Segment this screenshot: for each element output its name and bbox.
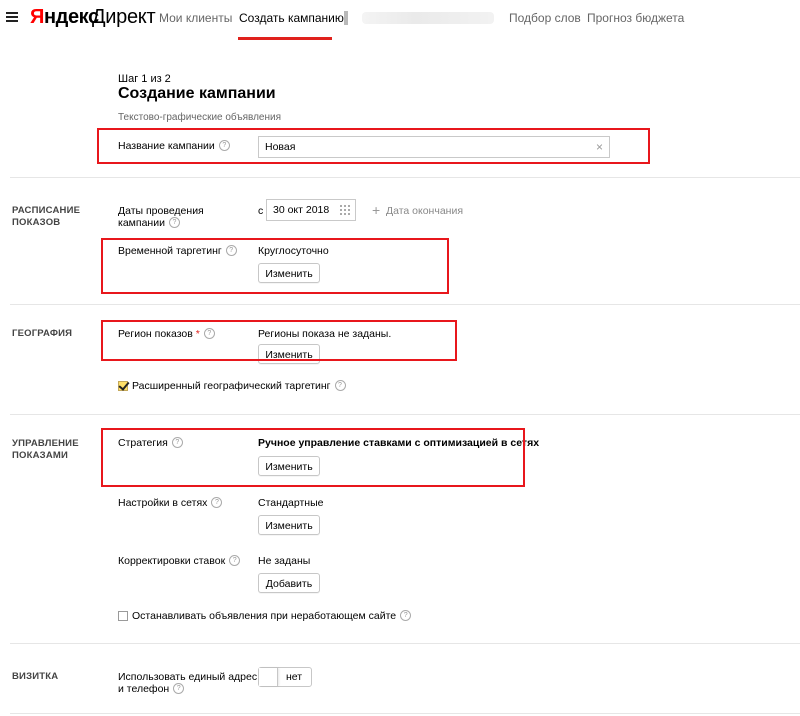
date-from-prefix: с: [258, 205, 264, 217]
section-heading-management: УПРАВЛЕНИЕ ПОКАЗАМИ: [12, 438, 79, 461]
add-bid-adjustment-button[interactable]: Добавить: [258, 573, 320, 593]
toggle-value: нет: [285, 671, 303, 683]
campaign-type: Текстово-графические объявления: [118, 112, 281, 123]
change-network-settings-button[interactable]: Изменить: [258, 515, 320, 535]
highlight-box-strategy: [101, 428, 525, 487]
calendar-icon[interactable]: [340, 205, 350, 215]
nav-keyword-selection[interactable]: Подбор слов: [509, 11, 581, 25]
network-settings-value: Стандартные: [258, 497, 324, 509]
help-icon[interactable]: ?: [173, 682, 185, 694]
yandex-logo[interactable]: Яндекс: [30, 5, 99, 29]
start-date-value: 30 окт 2018: [273, 204, 330, 216]
nav-create-campaign[interactable]: Создать кампанию: [239, 11, 344, 25]
start-date-input[interactable]: 30 окт 2018: [266, 199, 356, 221]
stop-ads-label: Останавливать объявления при неработающе…: [132, 609, 412, 622]
network-settings-label: Настройки в сетях?: [118, 496, 223, 509]
dates-label: Даты проведения кампании?: [118, 205, 204, 229]
direct-logo[interactable]: Директ: [92, 5, 156, 29]
nav-blurred-area: [362, 12, 494, 24]
divider: [10, 713, 800, 714]
menu-icon[interactable]: [6, 12, 18, 23]
divider: [10, 414, 800, 415]
active-tab-indicator: [238, 37, 332, 40]
top-nav-bar: Яндекс Директ Мои клиенты Создать кампан…: [0, 0, 800, 40]
highlight-box-campaign-name: [97, 128, 650, 164]
single-address-toggle[interactable]: нет: [258, 667, 312, 687]
section-heading-geo: ГЕОГРАФИЯ: [12, 328, 73, 339]
help-icon[interactable]: ?: [400, 609, 412, 621]
section-heading-schedule: РАСПИСАНИЕ ПОКАЗОВ: [12, 205, 81, 228]
divider: [10, 304, 800, 305]
highlight-box-time-targeting: [101, 238, 449, 294]
toggle-knob[interactable]: [259, 668, 278, 686]
help-icon[interactable]: ?: [334, 379, 346, 391]
help-icon[interactable]: ?: [211, 496, 223, 508]
extended-geo-checkbox[interactable]: [118, 381, 128, 391]
highlight-box-region: [101, 320, 457, 361]
divider: [10, 643, 800, 644]
divider: [10, 177, 800, 178]
end-date-link[interactable]: Дата окончания: [386, 205, 463, 217]
nav-budget-forecast[interactable]: Прогноз бюджета: [587, 11, 684, 25]
help-icon[interactable]: ?: [229, 554, 241, 566]
section-heading-card: ВИЗИТКА: [12, 671, 59, 682]
nav-my-clients[interactable]: Мои клиенты: [159, 11, 232, 25]
nav-item-obscured: [344, 11, 348, 25]
bid-adjustments-value: Не заданы: [258, 555, 311, 567]
stop-ads-checkbox[interactable]: [118, 611, 128, 621]
help-icon[interactable]: ?: [168, 216, 180, 228]
page-title: Создание кампании: [118, 85, 276, 102]
plus-icon[interactable]: +: [372, 203, 380, 217]
bid-adjustments-label: Корректировки ставок?: [118, 554, 241, 567]
single-address-label: Использовать единый адрес и телефон?: [118, 671, 258, 695]
extended-geo-label: Расширенный географический таргетинг?: [132, 379, 346, 392]
